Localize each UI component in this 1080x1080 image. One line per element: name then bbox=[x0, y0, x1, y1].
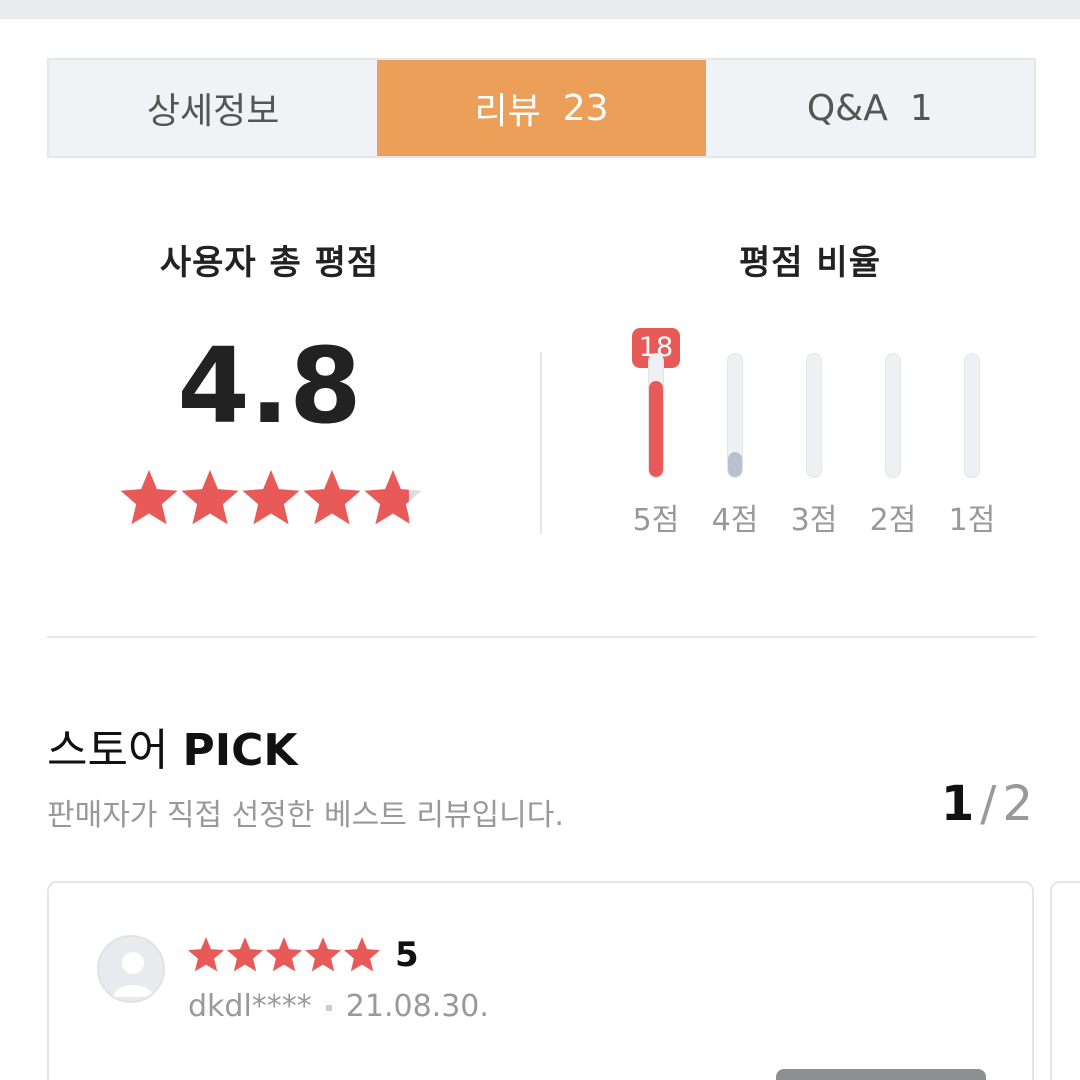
star-icon-4 bbox=[303, 470, 361, 525]
pick-pager: 1/2 bbox=[941, 776, 1033, 832]
tab-qna[interactable]: Q&A 1 bbox=[706, 60, 1034, 156]
star-icon-2 bbox=[181, 470, 239, 525]
rating-summary: 사용자 총 평점 4.8 평점 비율 18 5점 4점 3점 2점 1점 bbox=[47, 195, 1036, 555]
review-star-icon-2 bbox=[226, 937, 264, 972]
pager-current: 1 bbox=[940, 776, 975, 832]
rating-ratio-section: 평점 비율 18 5점 4점 3점 2점 1점 bbox=[547, 195, 1036, 555]
top-status-strip bbox=[0, 0, 1080, 19]
review-user: dkdl**** bbox=[188, 989, 312, 1024]
rating-bar-1 bbox=[964, 353, 980, 478]
tab-reviews[interactable]: 리뷰 23 bbox=[377, 60, 706, 156]
review-star-icon-4 bbox=[304, 937, 342, 972]
rating-bar-label-2: 2점 bbox=[869, 503, 917, 538]
rating-bar-3 bbox=[806, 353, 822, 478]
star-icon-3 bbox=[242, 470, 300, 525]
summary-divider bbox=[540, 352, 542, 534]
next-review-card-peek[interactable] bbox=[1050, 881, 1080, 1080]
store-pick-subtitle: 판매자가 직접 선정한 베스트 리뷰입니다. bbox=[47, 798, 564, 833]
pager-separator: / bbox=[980, 776, 997, 832]
average-stars bbox=[120, 470, 421, 525]
store-pick-title-ko: 스토어 bbox=[47, 725, 169, 776]
total-rating-section: 사용자 총 평점 4.8 bbox=[47, 195, 492, 555]
star-icon-1 bbox=[120, 470, 178, 525]
review-text: 너무 잘 맞아요 향기 좋아요 짱 향 좋아요 좋아요 bbox=[97, 1071, 737, 1080]
user-avatar-icon bbox=[97, 935, 165, 1003]
review-meta: dkdl**** 21.08.30. bbox=[188, 989, 489, 1024]
store-pick-title-en: PICK bbox=[182, 725, 298, 776]
tab-reviews-count: 23 bbox=[562, 87, 609, 129]
meta-dot-separator bbox=[325, 1004, 332, 1011]
pager-total: 2 bbox=[1002, 776, 1033, 832]
review-photo-thumbnail[interactable] bbox=[776, 1069, 986, 1080]
review-rating-number: 5 bbox=[395, 935, 419, 975]
average-score: 4.8 bbox=[177, 325, 362, 447]
tab-details[interactable]: 상세정보 bbox=[49, 60, 377, 156]
rating-bar-4 bbox=[727, 353, 743, 478]
tab-qna-label: Q&A bbox=[806, 87, 888, 129]
review-star-icon-3 bbox=[265, 937, 303, 972]
rating-ratio-title: 평점 비율 bbox=[739, 243, 881, 283]
rating-bar-label-5: 5점 bbox=[632, 503, 680, 538]
review-stars bbox=[187, 937, 381, 972]
rating-bar-2 bbox=[885, 353, 901, 478]
tab-reviews-label: 리뷰 bbox=[474, 91, 541, 132]
store-pick-title: 스토어 PICK bbox=[47, 714, 297, 778]
section-divider bbox=[47, 636, 1036, 638]
rating-bar-label-3: 3점 bbox=[790, 503, 838, 538]
rating-bar-5 bbox=[648, 353, 664, 478]
tab-details-label: 상세정보 bbox=[146, 91, 280, 132]
total-rating-title: 사용자 총 평점 bbox=[159, 243, 380, 283]
tab-qna-count: 1 bbox=[909, 87, 933, 129]
review-date: 21.08.30. bbox=[345, 989, 489, 1024]
review-card[interactable]: 5 dkdl**** 21.08.30. 너무 잘 맞아요 향기 좋아요 짱 향 … bbox=[47, 881, 1034, 1080]
review-star-icon-5 bbox=[343, 937, 381, 972]
product-tabs: 상세정보 리뷰 23 Q&A 1 bbox=[47, 58, 1036, 158]
review-star-icon-1 bbox=[187, 937, 225, 972]
rating-bar-label-1: 1점 bbox=[948, 503, 996, 538]
rating-bar-label-4: 4점 bbox=[711, 503, 759, 538]
